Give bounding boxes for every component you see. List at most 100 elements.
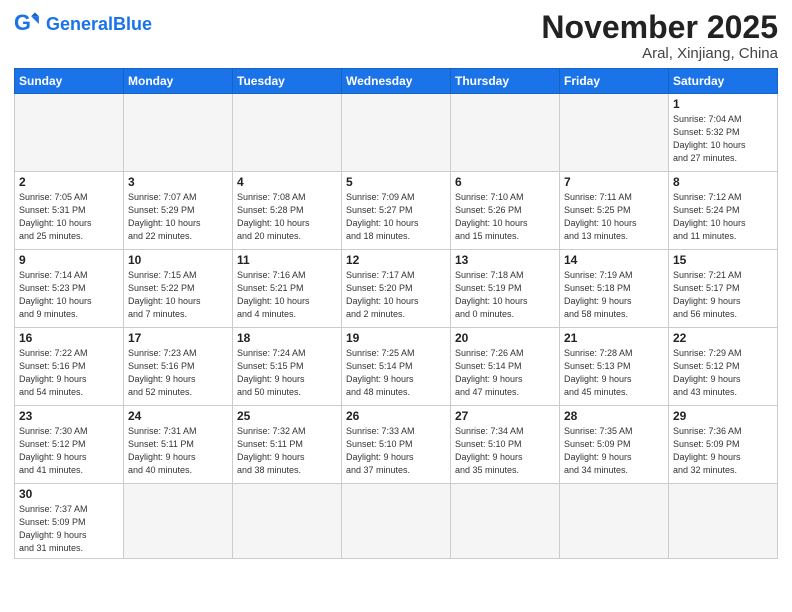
day-info: Sunrise: 7:12 AM Sunset: 5:24 PM Dayligh… <box>673 191 773 243</box>
day-info: Sunrise: 7:25 AM Sunset: 5:14 PM Dayligh… <box>346 347 446 399</box>
day-number: 22 <box>673 331 773 345</box>
day-number: 8 <box>673 175 773 189</box>
calendar-cell: 20Sunrise: 7:26 AM Sunset: 5:14 PM Dayli… <box>451 328 560 406</box>
day-number: 17 <box>128 331 228 345</box>
day-info: Sunrise: 7:33 AM Sunset: 5:10 PM Dayligh… <box>346 425 446 477</box>
day-info: Sunrise: 7:36 AM Sunset: 5:09 PM Dayligh… <box>673 425 773 477</box>
calendar-cell: 26 Sunrise: 7:33 AM Sunset: 5:10 PM Dayli… <box>342 406 451 484</box>
calendar-cell <box>124 484 233 559</box>
day-number: 12 <box>346 253 446 267</box>
day-info: Sunrise: 7:23 AM Sunset: 5:16 PM Dayligh… <box>128 347 228 399</box>
day-number: 20 <box>455 331 555 345</box>
day-info: Sunrise: 7:19 AM Sunset: 5:18 PM Dayligh… <box>564 269 664 321</box>
header: G GeneralBlue November 2025 Aral, Xinjia… <box>14 10 778 62</box>
logo-text: GeneralBlue <box>46 14 152 35</box>
title-block: November 2025 Aral, Xinjiang, China <box>541 10 778 62</box>
weekday-header-friday: Friday <box>560 69 669 94</box>
calendar-cell: 28Sunrise: 7:35 AM Sunset: 5:09 PM Dayli… <box>560 406 669 484</box>
calendar-cell <box>342 484 451 559</box>
day-info: Sunrise: 7:29 AM Sunset: 5:12 PM Dayligh… <box>673 347 773 399</box>
day-number: 27 <box>455 409 555 423</box>
calendar-cell: 21 Sunrise: 7:28 AM Sunset: 5:13 PM Dayli… <box>560 328 669 406</box>
calendar-cell: 14 Sunrise: 7:19 AM Sunset: 5:18 PM Dayli… <box>560 250 669 328</box>
day-info: Sunrise: 7:34 AM Sunset: 5:10 PM Dayligh… <box>455 425 555 477</box>
calendar-cell: 22 Sunrise: 7:29 AM Sunset: 5:12 PM Dayli… <box>669 328 778 406</box>
calendar-cell <box>233 484 342 559</box>
month-title: November 2025 <box>541 10 778 45</box>
calendar-cell: 7 Sunrise: 7:11 AM Sunset: 5:25 PM Daylig… <box>560 172 669 250</box>
day-info: Sunrise: 7:35 AM Sunset: 5:09 PM Dayligh… <box>564 425 664 477</box>
day-number: 23 <box>19 409 119 423</box>
calendar-cell: 13Sunrise: 7:18 AM Sunset: 5:19 PM Dayli… <box>451 250 560 328</box>
day-number: 29 <box>673 409 773 423</box>
day-number: 1 <box>673 97 773 111</box>
calendar-cell: 4Sunrise: 7:08 AM Sunset: 5:28 PM Daylig… <box>233 172 342 250</box>
day-number: 11 <box>237 253 337 267</box>
calendar-cell: 23 Sunrise: 7:30 AM Sunset: 5:12 PM Dayli… <box>15 406 124 484</box>
day-info: Sunrise: 7:16 AM Sunset: 5:21 PM Dayligh… <box>237 269 337 321</box>
weekday-header-tuesday: Tuesday <box>233 69 342 94</box>
calendar-cell: 30Sunrise: 7:37 AM Sunset: 5:09 PM Dayli… <box>15 484 124 559</box>
calendar-cell: 3Sunrise: 7:07 AM Sunset: 5:29 PM Daylig… <box>124 172 233 250</box>
calendar: SundayMondayTuesdayWednesdayThursdayFrid… <box>14 68 778 559</box>
calendar-cell: 15Sunrise: 7:21 AM Sunset: 5:17 PM Dayli… <box>669 250 778 328</box>
day-number: 7 <box>564 175 664 189</box>
weekday-header-saturday: Saturday <box>669 69 778 94</box>
day-info: Sunrise: 7:32 AM Sunset: 5:11 PM Dayligh… <box>237 425 337 477</box>
day-number: 25 <box>237 409 337 423</box>
day-info: Sunrise: 7:22 AM Sunset: 5:16 PM Dayligh… <box>19 347 119 399</box>
day-info: Sunrise: 7:30 AM Sunset: 5:12 PM Dayligh… <box>19 425 119 477</box>
day-info: Sunrise: 7:04 AM Sunset: 5:32 PM Dayligh… <box>673 113 773 165</box>
logo-general: General <box>46 14 113 34</box>
day-number: 10 <box>128 253 228 267</box>
day-number: 2 <box>19 175 119 189</box>
day-info: Sunrise: 7:14 AM Sunset: 5:23 PM Dayligh… <box>19 269 119 321</box>
day-info: Sunrise: 7:28 AM Sunset: 5:13 PM Dayligh… <box>564 347 664 399</box>
day-info: Sunrise: 7:18 AM Sunset: 5:19 PM Dayligh… <box>455 269 555 321</box>
day-info: Sunrise: 7:10 AM Sunset: 5:26 PM Dayligh… <box>455 191 555 243</box>
calendar-cell: 25 Sunrise: 7:32 AM Sunset: 5:11 PM Dayli… <box>233 406 342 484</box>
day-number: 16 <box>19 331 119 345</box>
calendar-cell <box>233 94 342 172</box>
day-number: 19 <box>346 331 446 345</box>
day-info: Sunrise: 7:09 AM Sunset: 5:27 PM Dayligh… <box>346 191 446 243</box>
day-number: 14 <box>564 253 664 267</box>
day-number: 21 <box>564 331 664 345</box>
weekday-header-monday: Monday <box>124 69 233 94</box>
day-info: Sunrise: 7:24 AM Sunset: 5:15 PM Dayligh… <box>237 347 337 399</box>
logo-blue: Blue <box>113 14 152 34</box>
location: Aral, Xinjiang, China <box>541 45 778 62</box>
calendar-cell: 10 Sunrise: 7:15 AM Sunset: 5:22 PM Dayli… <box>124 250 233 328</box>
day-number: 24 <box>128 409 228 423</box>
day-number: 3 <box>128 175 228 189</box>
calendar-cell <box>451 94 560 172</box>
day-info: Sunrise: 7:31 AM Sunset: 5:11 PM Dayligh… <box>128 425 228 477</box>
day-number: 6 <box>455 175 555 189</box>
calendar-cell: 2 Sunrise: 7:05 AM Sunset: 5:31 PM Daylig… <box>15 172 124 250</box>
day-number: 15 <box>673 253 773 267</box>
day-number: 26 <box>346 409 446 423</box>
day-info: Sunrise: 7:05 AM Sunset: 5:31 PM Dayligh… <box>19 191 119 243</box>
calendar-cell <box>669 484 778 559</box>
calendar-cell: 17 Sunrise: 7:23 AM Sunset: 5:16 PM Dayli… <box>124 328 233 406</box>
calendar-cell: 29 Sunrise: 7:36 AM Sunset: 5:09 PM Dayli… <box>669 406 778 484</box>
day-info: Sunrise: 7:08 AM Sunset: 5:28 PM Dayligh… <box>237 191 337 243</box>
calendar-cell <box>560 94 669 172</box>
calendar-cell: 12 Sunrise: 7:17 AM Sunset: 5:20 PM Dayli… <box>342 250 451 328</box>
calendar-cell: 5 Sunrise: 7:09 AM Sunset: 5:27 PM Daylig… <box>342 172 451 250</box>
calendar-cell <box>342 94 451 172</box>
weekday-header-thursday: Thursday <box>451 69 560 94</box>
calendar-cell: 16 Sunrise: 7:22 AM Sunset: 5:16 PM Dayli… <box>15 328 124 406</box>
day-info: Sunrise: 7:37 AM Sunset: 5:09 PM Dayligh… <box>19 503 119 555</box>
calendar-cell: 24 Sunrise: 7:31 AM Sunset: 5:11 PM Dayli… <box>124 406 233 484</box>
calendar-cell: 19 Sunrise: 7:25 AM Sunset: 5:14 PM Dayli… <box>342 328 451 406</box>
day-info: Sunrise: 7:15 AM Sunset: 5:22 PM Dayligh… <box>128 269 228 321</box>
day-number: 18 <box>237 331 337 345</box>
day-info: Sunrise: 7:11 AM Sunset: 5:25 PM Dayligh… <box>564 191 664 243</box>
day-info: Sunrise: 7:17 AM Sunset: 5:20 PM Dayligh… <box>346 269 446 321</box>
day-number: 9 <box>19 253 119 267</box>
weekday-header-sunday: Sunday <box>15 69 124 94</box>
calendar-cell: 11 Sunrise: 7:16 AM Sunset: 5:21 PM Dayli… <box>233 250 342 328</box>
calendar-cell: 1 Sunrise: 7:04 AM Sunset: 5:32 PM Daylig… <box>669 94 778 172</box>
day-number: 5 <box>346 175 446 189</box>
